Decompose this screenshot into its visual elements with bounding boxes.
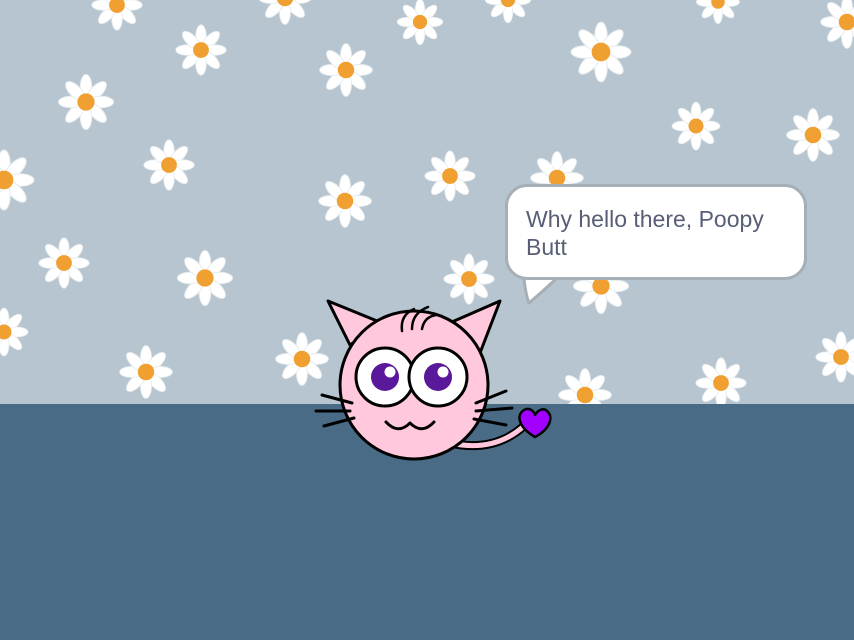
stage[interactable]: Why hello there, Poopy Butt <box>0 0 854 640</box>
cat-sprite[interactable] <box>310 295 560 465</box>
speech-bubble: Why hello there, Poopy Butt <box>505 184 807 280</box>
speech-bubble-text: Why hello there, Poopy Butt <box>526 206 764 260</box>
